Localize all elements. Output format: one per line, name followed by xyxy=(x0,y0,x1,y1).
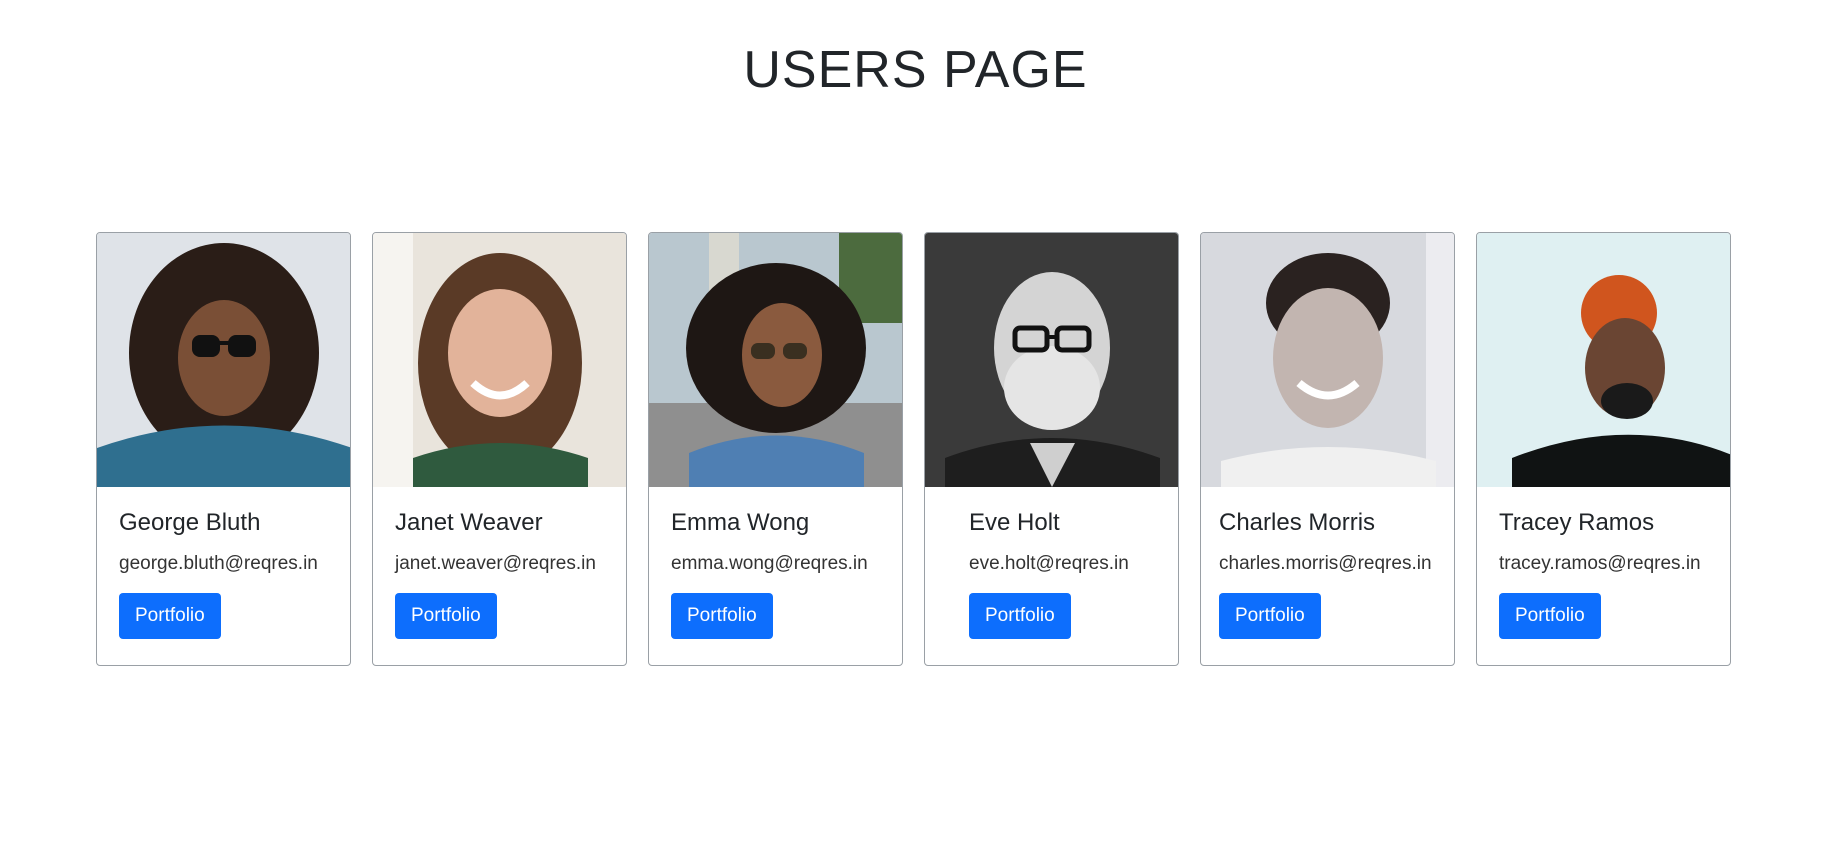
user-name: George Bluth xyxy=(119,509,261,536)
page-title: USERS PAGE xyxy=(743,41,1088,99)
user-email: eve.holt@reqres.in xyxy=(969,553,1129,574)
portfolio-button[interactable]: Portfolio xyxy=(671,593,773,639)
user-card: Tracey Ramos tracey.ramos@reqres.in Port… xyxy=(1476,232,1731,666)
user-email: janet.weaver@reqres.in xyxy=(395,553,596,574)
user-name: Charles Morris xyxy=(1219,509,1376,536)
user-card: Eve Holt eve.holt@reqres.in Portfolio xyxy=(924,232,1179,666)
user-card-list: George Bluth george.bluth@reqres.in Port… xyxy=(96,232,1731,666)
user-avatar-photo xyxy=(1201,233,1454,487)
users-page: USERS PAGE George Bluth george.bluth@req… xyxy=(0,0,1831,846)
user-name: Tracey Ramos xyxy=(1499,509,1655,536)
user-avatar-photo xyxy=(649,233,902,487)
user-card: Emma Wong emma.wong@reqres.in Portfolio xyxy=(648,232,903,666)
user-card: George Bluth george.bluth@reqres.in Port… xyxy=(96,232,351,666)
user-avatar-photo xyxy=(1477,233,1730,487)
user-email: charles.morris@reqres.in xyxy=(1219,553,1432,574)
user-avatar-photo xyxy=(925,233,1178,487)
user-email: tracey.ramos@reqres.in xyxy=(1499,553,1701,574)
user-name: Janet Weaver xyxy=(395,509,543,536)
portfolio-button[interactable]: Portfolio xyxy=(395,593,497,639)
portfolio-button[interactable]: Portfolio xyxy=(119,593,221,639)
user-name: Emma Wong xyxy=(671,509,810,536)
user-email: george.bluth@reqres.in xyxy=(119,553,318,574)
user-name: Eve Holt xyxy=(969,509,1060,536)
portfolio-button[interactable]: Portfolio xyxy=(1499,593,1601,639)
portfolio-button[interactable]: Portfolio xyxy=(969,593,1071,639)
user-card: Janet Weaver janet.weaver@reqres.in Port… xyxy=(372,232,627,666)
user-email: emma.wong@reqres.in xyxy=(671,553,868,574)
portfolio-button[interactable]: Portfolio xyxy=(1219,593,1321,639)
user-card: Charles Morris charles.morris@reqres.in … xyxy=(1200,232,1455,666)
user-avatar-photo xyxy=(373,233,626,487)
user-avatar-photo xyxy=(97,233,350,487)
